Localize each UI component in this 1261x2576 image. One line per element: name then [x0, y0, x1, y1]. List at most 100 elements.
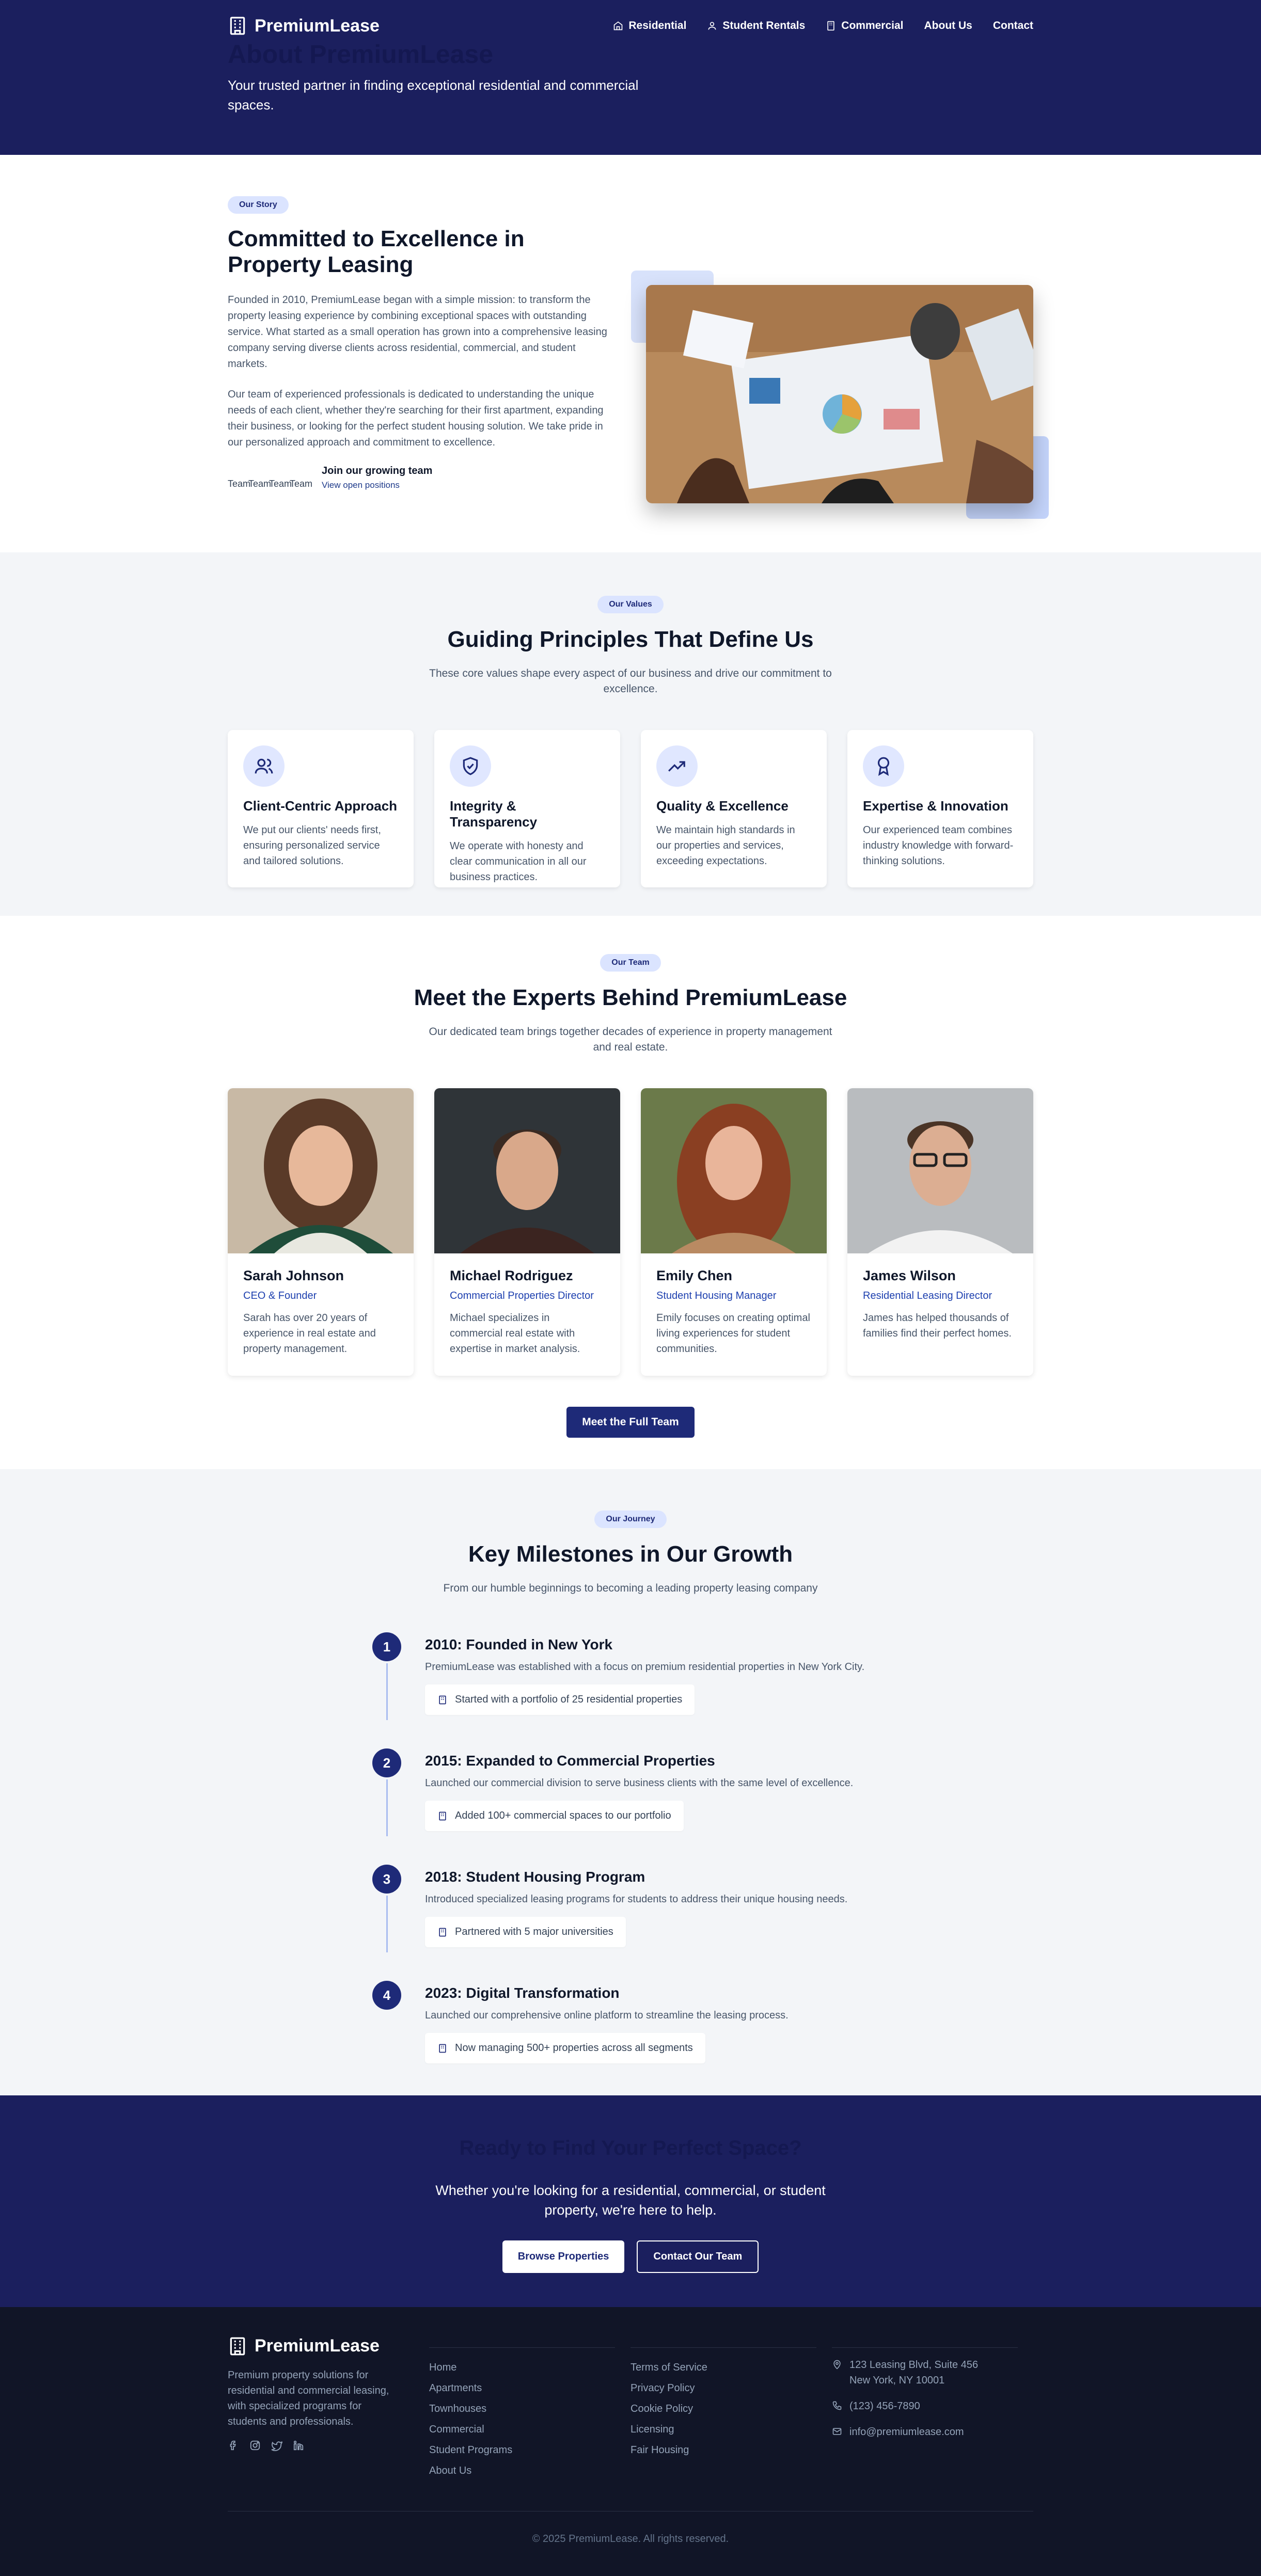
milestone-desc: Launched our commercial division to serv… — [425, 1777, 854, 1789]
join-title: Join our growing team — [322, 465, 433, 476]
email-text: info@premiumlease.com — [849, 2426, 964, 2438]
milestone: 3 2018: Student Housing Program Introduc… — [372, 1865, 889, 1981]
footer-link[interactable]: Privacy Policy — [630, 2378, 832, 2398]
address-line: New York, NY 10001 — [849, 2375, 945, 2386]
address-line: 123 Leasing Blvd, Suite 456 — [849, 2359, 979, 2371]
contact-team-button[interactable]: Contact Our Team — [637, 2240, 759, 2273]
milestone-desc: Launched our comprehensive online platfo… — [425, 2010, 789, 2021]
footer-link[interactable]: Home — [429, 2357, 630, 2378]
cta-section: Ready to Find Your Perfect Space? Whethe… — [0, 2095, 1261, 2307]
nav-label: Commercial — [841, 20, 904, 31]
footer-link[interactable]: Terms of Service — [630, 2357, 832, 2378]
footer-link[interactable]: Fair Housing — [630, 2440, 832, 2460]
journey-section: Our Journey Key Milestones in Our Growth… — [0, 1469, 1261, 2095]
avatar: Team — [228, 478, 251, 489]
footer-logo[interactable]: PremiumLease — [228, 2336, 429, 2356]
footer-description: Premium property solutions for residenti… — [228, 2370, 389, 2427]
building-icon — [439, 2044, 446, 2053]
member-name: Sarah Johnson — [243, 1268, 344, 1283]
footer-link[interactable]: Apartments — [429, 2378, 630, 2398]
hero-section: PremiumLease Residential Student Rentals… — [0, 0, 1261, 155]
section-pill: Our Team — [600, 954, 661, 972]
milestone-note: Added 100+ commercial spaces to our port… — [425, 1801, 684, 1831]
instagram-icon[interactable] — [249, 2440, 261, 2451]
footer-link[interactable]: Commercial — [429, 2419, 630, 2440]
values-section: Our Values Guiding Principles That Defin… — [0, 552, 1261, 916]
footer-link[interactable]: Townhouses — [429, 2398, 630, 2419]
milestone: 1 2010: Founded in New York PremiumLease… — [372, 1632, 889, 1748]
nav-label: About Us — [924, 20, 972, 31]
avatar: Team — [248, 478, 272, 489]
footer-link[interactable]: About Us — [429, 2460, 630, 2481]
note-text: Now managing 500+ properties across all … — [455, 2042, 693, 2054]
cta-title: Ready to Find Your Perfect Space? — [459, 2137, 802, 2159]
milestone-number: 3 — [372, 1865, 401, 1894]
value-text: Our experienced team combines industry k… — [863, 824, 1014, 867]
footer-phone[interactable]: (123) 456-7890 — [832, 2398, 1033, 2414]
milestone-number: 2 — [372, 1748, 401, 1777]
browse-properties-button[interactable]: Browse Properties — [502, 2240, 625, 2273]
footer-link[interactable]: Cookie Policy — [630, 2398, 832, 2419]
trending-up-icon — [668, 761, 685, 772]
member-bio: Emily focuses on creating optimal living… — [656, 1312, 810, 1355]
facebook-icon[interactable] — [228, 2440, 239, 2451]
brand-name: PremiumLease — [255, 15, 380, 36]
twitter-icon[interactable] — [271, 2440, 282, 2451]
phone-icon — [832, 2401, 842, 2410]
story-paragraph: Founded in 2010, PremiumLease began with… — [228, 294, 607, 370]
mail-icon — [832, 2428, 842, 2435]
milestone: 2 2015: Expanded to Commercial Propertie… — [372, 1748, 889, 1865]
brand-logo[interactable]: PremiumLease — [228, 16, 380, 36]
member-role: Residential Leasing Director — [863, 1290, 992, 1301]
nav-commercial[interactable]: Commercial — [826, 20, 904, 32]
building-icon — [439, 1695, 446, 1704]
milestone-title: 2023: Digital Transformation — [425, 1985, 620, 2001]
map-pin-icon — [833, 2360, 841, 2370]
team-card: Michael Rodriguez Commercial Properties … — [434, 1088, 620, 1376]
open-positions-link[interactable]: View open positions — [322, 480, 432, 490]
value-title: Expertise & Innovation — [863, 798, 1008, 814]
nav-student-rentals[interactable]: Student Rentals — [707, 20, 805, 32]
value-card: Quality & Excellence We maintain high st… — [641, 730, 827, 887]
timeline-connector — [386, 1779, 388, 1836]
value-text: We put our clients' needs first, ensurin… — [243, 824, 381, 867]
footer: PremiumLease Premium property solutions … — [0, 2307, 1261, 2576]
value-title: Client-Centric Approach — [243, 798, 398, 814]
milestone-title: 2018: Student Housing Program — [425, 1869, 645, 1885]
footer-link[interactable]: Student Programs — [429, 2440, 630, 2460]
nav-contact[interactable]: Contact — [993, 20, 1033, 32]
linkedin-icon[interactable] — [293, 2440, 304, 2451]
section-pill: Our Story — [228, 196, 289, 214]
milestone: 4 2023: Digital Transformation Launched … — [372, 1981, 889, 2097]
section-description: From our humble beginnings to becoming a… — [443, 1582, 818, 1594]
timeline-connector — [386, 1663, 388, 1720]
cta-text: Whether you're looking for a residential… — [435, 2183, 826, 2218]
section-title: Guiding Principles That Define Us — [447, 627, 814, 652]
footer-link[interactable]: Licensing — [630, 2419, 832, 2440]
member-bio: James has helped thousands of families f… — [863, 1312, 1012, 1339]
meet-full-team-button[interactable]: Meet the Full Team — [566, 1407, 695, 1438]
team-card: Sarah Johnson CEO & Founder Sarah has ov… — [228, 1088, 414, 1376]
section-description: These core values shape every aspect of … — [429, 667, 832, 695]
phone-text: (123) 456-7890 — [849, 2400, 920, 2412]
team-section: Our Team Meet the Experts Behind Premium… — [0, 916, 1261, 1469]
nav-residential[interactable]: Residential — [613, 20, 686, 32]
nav-label: Residential — [628, 20, 687, 31]
milestone-number: 1 — [372, 1632, 401, 1661]
team-photo — [641, 1088, 827, 1259]
team-photo — [434, 1088, 620, 1253]
milestone-note: Started with a portfolio of 25 residenti… — [425, 1684, 695, 1715]
team-card: James Wilson Residential Leasing Directo… — [847, 1088, 1033, 1376]
milestone-title: 2015: Expanded to Commercial Properties — [425, 1753, 715, 1769]
footer-email[interactable]: info@premiumlease.com — [832, 2424, 1033, 2440]
member-name: Emily Chen — [656, 1268, 733, 1283]
story-image — [646, 285, 1033, 503]
story-title: Committed to Excellence in Property Leas… — [228, 226, 525, 277]
member-bio: Sarah has over 20 years of experience in… — [243, 1312, 376, 1355]
milestone-title: 2010: Founded in New York — [425, 1636, 613, 1652]
nav-about-us[interactable]: About Us — [924, 20, 972, 32]
section-title: Meet the Experts Behind PremiumLease — [414, 985, 847, 1010]
building-icon — [230, 17, 245, 35]
avatar: Team — [290, 478, 313, 489]
note-text: Partnered with 5 major universities — [455, 1926, 613, 1937]
